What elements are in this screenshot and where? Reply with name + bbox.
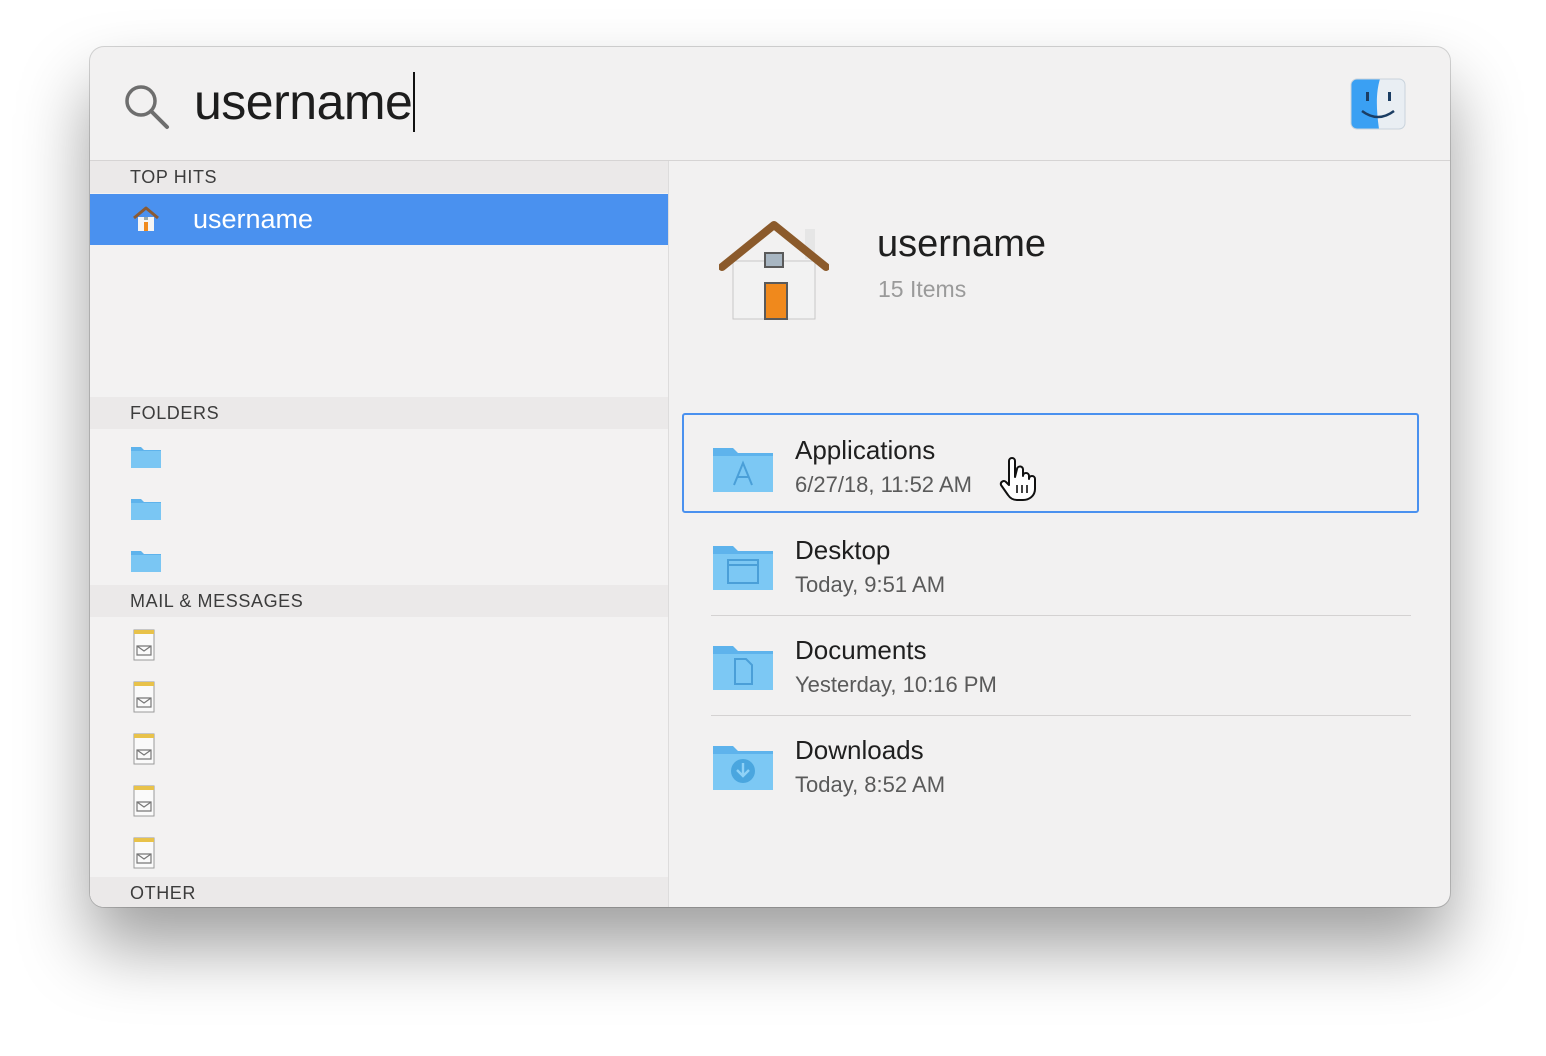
top-hit-label: username (193, 204, 314, 234)
mail-message-icon[interactable] (130, 837, 158, 869)
mail-message-icon[interactable] (130, 785, 158, 817)
folder-icon[interactable] (130, 547, 162, 573)
search-bar: username (90, 47, 1450, 161)
search-query-text: username (194, 74, 413, 130)
folder-date: Today, 8:52 AM (795, 772, 946, 797)
preview-pane: username 15 Items Applications 6/27/18, … (669, 161, 1450, 907)
spotlight-window: username TOP HITS username FOLDERS MAIL … (90, 47, 1450, 907)
search-icon (125, 85, 169, 129)
folder-name: Applications (795, 435, 936, 465)
top-hit-item[interactable]: username (90, 194, 668, 245)
folder-row-documents[interactable]: Documents Yesterday, 10:16 PM (682, 613, 1419, 713)
search-input[interactable]: username (194, 71, 416, 133)
folder-row-downloads[interactable]: Downloads Today, 8:52 AM (682, 713, 1419, 813)
text-caret (413, 72, 416, 132)
mail-message-icon[interactable] (130, 629, 158, 661)
folder-icon[interactable] (130, 443, 162, 469)
applications-folder-icon (713, 448, 773, 492)
downloads-folder-icon (713, 746, 773, 790)
folder-row-desktop[interactable]: Desktop Today, 9:51 AM (682, 513, 1419, 613)
desktop-folder-icon (713, 546, 773, 590)
section-header-folders: FOLDERS (90, 397, 668, 429)
folder-date: Yesterday, 10:16 PM (795, 672, 997, 697)
folder-date: Today, 9:51 AM (795, 572, 946, 597)
hand-pointer-cursor-icon (999, 457, 1036, 501)
folder-name: Desktop (795, 535, 891, 565)
preview-title: username (877, 223, 1046, 265)
section-header-other: OTHER (90, 877, 668, 907)
section-header-top-hits: TOP HITS (90, 161, 668, 193)
folder-name: Downloads (795, 735, 924, 765)
folder-date: 6/27/18, 11:52 AM (795, 472, 972, 497)
home-folder-icon (719, 221, 829, 320)
mail-message-icon[interactable] (130, 681, 158, 713)
section-header-mail: MAIL & MESSAGES (90, 585, 668, 617)
folder-row-applications[interactable]: Applications 6/27/18, 11:52 AM (682, 413, 1419, 513)
preview-item-count: 15 Items (878, 276, 967, 302)
finder-icon[interactable] (1350, 78, 1406, 130)
mail-message-icon[interactable] (130, 733, 158, 765)
home-icon (133, 206, 159, 231)
results-list: TOP HITS username FOLDERS MAIL & MESSAGE… (90, 161, 669, 907)
folder-icon[interactable] (130, 495, 162, 521)
documents-folder-icon (713, 646, 773, 690)
folder-name: Documents (795, 635, 927, 665)
